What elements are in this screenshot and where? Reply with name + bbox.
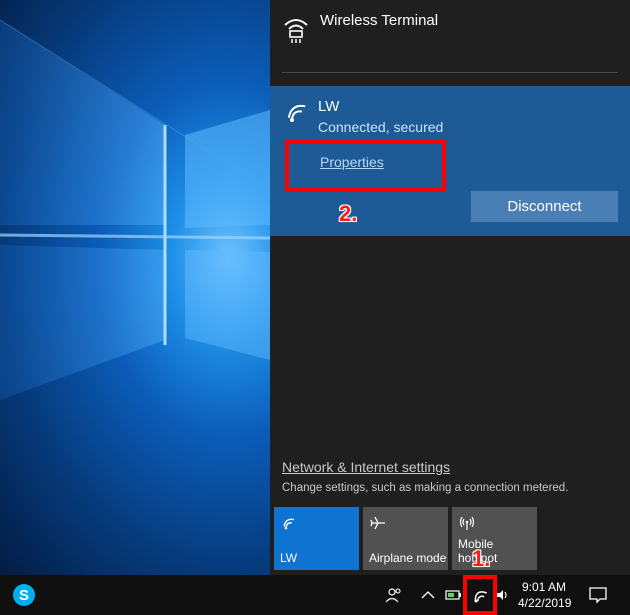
divider xyxy=(282,72,618,73)
tile-label: LW xyxy=(280,551,298,565)
wifi-secured-icon xyxy=(284,19,308,43)
tile-label: Airplane mode xyxy=(369,551,447,565)
battery-icon[interactable] xyxy=(445,588,463,602)
people-icon[interactable] xyxy=(385,586,403,604)
wifi-icon xyxy=(283,518,295,530)
network-internet-settings-link[interactable]: Network & Internet settings xyxy=(282,459,450,475)
settings-description: Change settings, such as making a connec… xyxy=(282,482,569,494)
quick-action-wifi[interactable]: LW xyxy=(274,507,359,570)
hotspot-icon xyxy=(459,516,475,530)
annotation-box-network-icon xyxy=(463,575,497,615)
quick-action-mobile-hotspot[interactable]: Mobile hotspot xyxy=(452,507,537,570)
action-center-icon[interactable] xyxy=(588,585,608,605)
disconnect-button[interactable]: Disconnect xyxy=(471,191,618,222)
network-name: Wireless Terminal xyxy=(320,12,439,29)
network-flyout: Wireless Terminal LW Connected, secured … xyxy=(270,0,630,575)
annotation-label-step-1: 1. xyxy=(472,546,491,571)
svg-text:S: S xyxy=(19,587,29,604)
skype-icon[interactable]: S xyxy=(12,583,36,607)
clock-time[interactable]: 9:01 AM xyxy=(522,580,566,594)
annotation-box-properties xyxy=(285,140,446,192)
desktop-wallpaper xyxy=(0,0,270,575)
clock-date[interactable]: 4/22/2019 xyxy=(518,596,571,610)
chevron-up-icon[interactable] xyxy=(421,590,435,600)
taskbar: S 9:01 AM 4/22/2019 xyxy=(0,575,630,615)
wifi-icon xyxy=(287,104,306,122)
annotation-label-step-2: 2. xyxy=(339,201,358,226)
connection-status: Connected, secured xyxy=(318,119,444,135)
quick-action-airplane-mode[interactable]: Airplane mode xyxy=(363,507,448,570)
volume-icon[interactable] xyxy=(495,587,509,603)
network-name: LW xyxy=(318,98,340,115)
network-item-wireless-terminal[interactable]: Wireless Terminal xyxy=(270,0,630,86)
airplane-icon xyxy=(370,516,385,530)
